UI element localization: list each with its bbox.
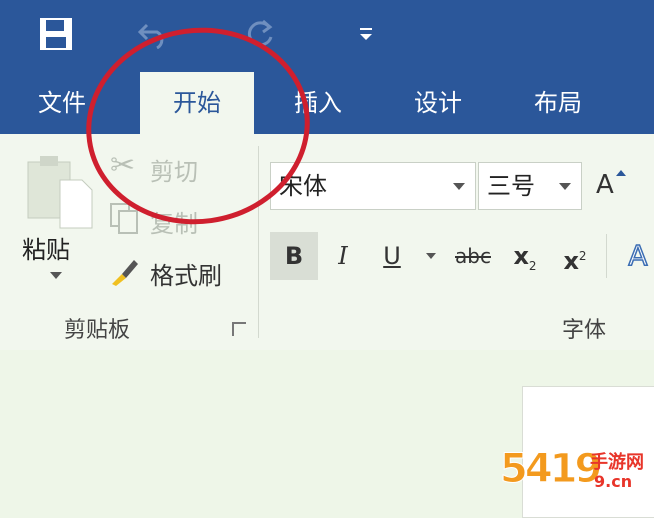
- grow-font-label: A: [596, 170, 614, 200]
- underline-button[interactable]: U: [370, 232, 414, 280]
- customize-qat-icon: [360, 28, 372, 40]
- tab-design[interactable]: 设计: [386, 72, 490, 134]
- floppy-disk-icon: [40, 18, 72, 50]
- format-painter-label: 格式刷: [150, 262, 222, 290]
- paintbrush-icon: [112, 260, 138, 286]
- format-painter-button[interactable]: 格式刷: [108, 252, 238, 292]
- save-button[interactable]: [36, 14, 76, 54]
- watermark-text: 手游网: [590, 452, 644, 473]
- group-divider: [606, 234, 607, 278]
- site-watermark: 5419 手游网 9.cn: [499, 444, 654, 500]
- caret-up-icon: [616, 170, 626, 176]
- underline-options-icon[interactable]: [426, 253, 436, 259]
- bold-button[interactable]: B: [270, 232, 318, 280]
- strikethrough-button[interactable]: abc: [448, 232, 498, 280]
- font-size-value: 三号: [487, 172, 535, 200]
- tab-layout[interactable]: 布局: [506, 72, 610, 134]
- paste-label: 粘贴: [22, 236, 70, 264]
- subscript-mark: 2: [528, 258, 537, 273]
- customize-qat-button[interactable]: [346, 14, 386, 54]
- italic-button[interactable]: I: [320, 232, 366, 280]
- watermark-digits: 5419: [499, 446, 602, 493]
- paste-icon: [27, 156, 93, 229]
- font-name-combobox[interactable]: 宋体: [270, 162, 476, 210]
- quick-access-toolbar: [0, 0, 654, 72]
- superscript-button[interactable]: x2: [552, 232, 598, 280]
- dialog-launcher-icon[interactable]: [232, 322, 246, 336]
- paste-button[interactable]: 粘贴: [14, 150, 94, 290]
- grow-font-button[interactable]: A: [594, 168, 634, 208]
- chevron-down-icon: [559, 183, 571, 190]
- subscript-base: x: [513, 242, 529, 270]
- chevron-down-icon: [453, 183, 465, 190]
- font-size-combobox[interactable]: 三号: [478, 162, 582, 210]
- clipboard-group-label: 剪贴板: [64, 318, 131, 343]
- subscript-button[interactable]: x2: [502, 232, 548, 280]
- font-group-label: 字体: [562, 318, 607, 343]
- superscript-mark: 2: [578, 249, 587, 263]
- superscript-base: x: [563, 247, 579, 275]
- text-effects-button[interactable]: A: [622, 232, 654, 280]
- watermark-domain: 9.cn: [594, 472, 633, 491]
- chevron-down-icon: [50, 272, 62, 279]
